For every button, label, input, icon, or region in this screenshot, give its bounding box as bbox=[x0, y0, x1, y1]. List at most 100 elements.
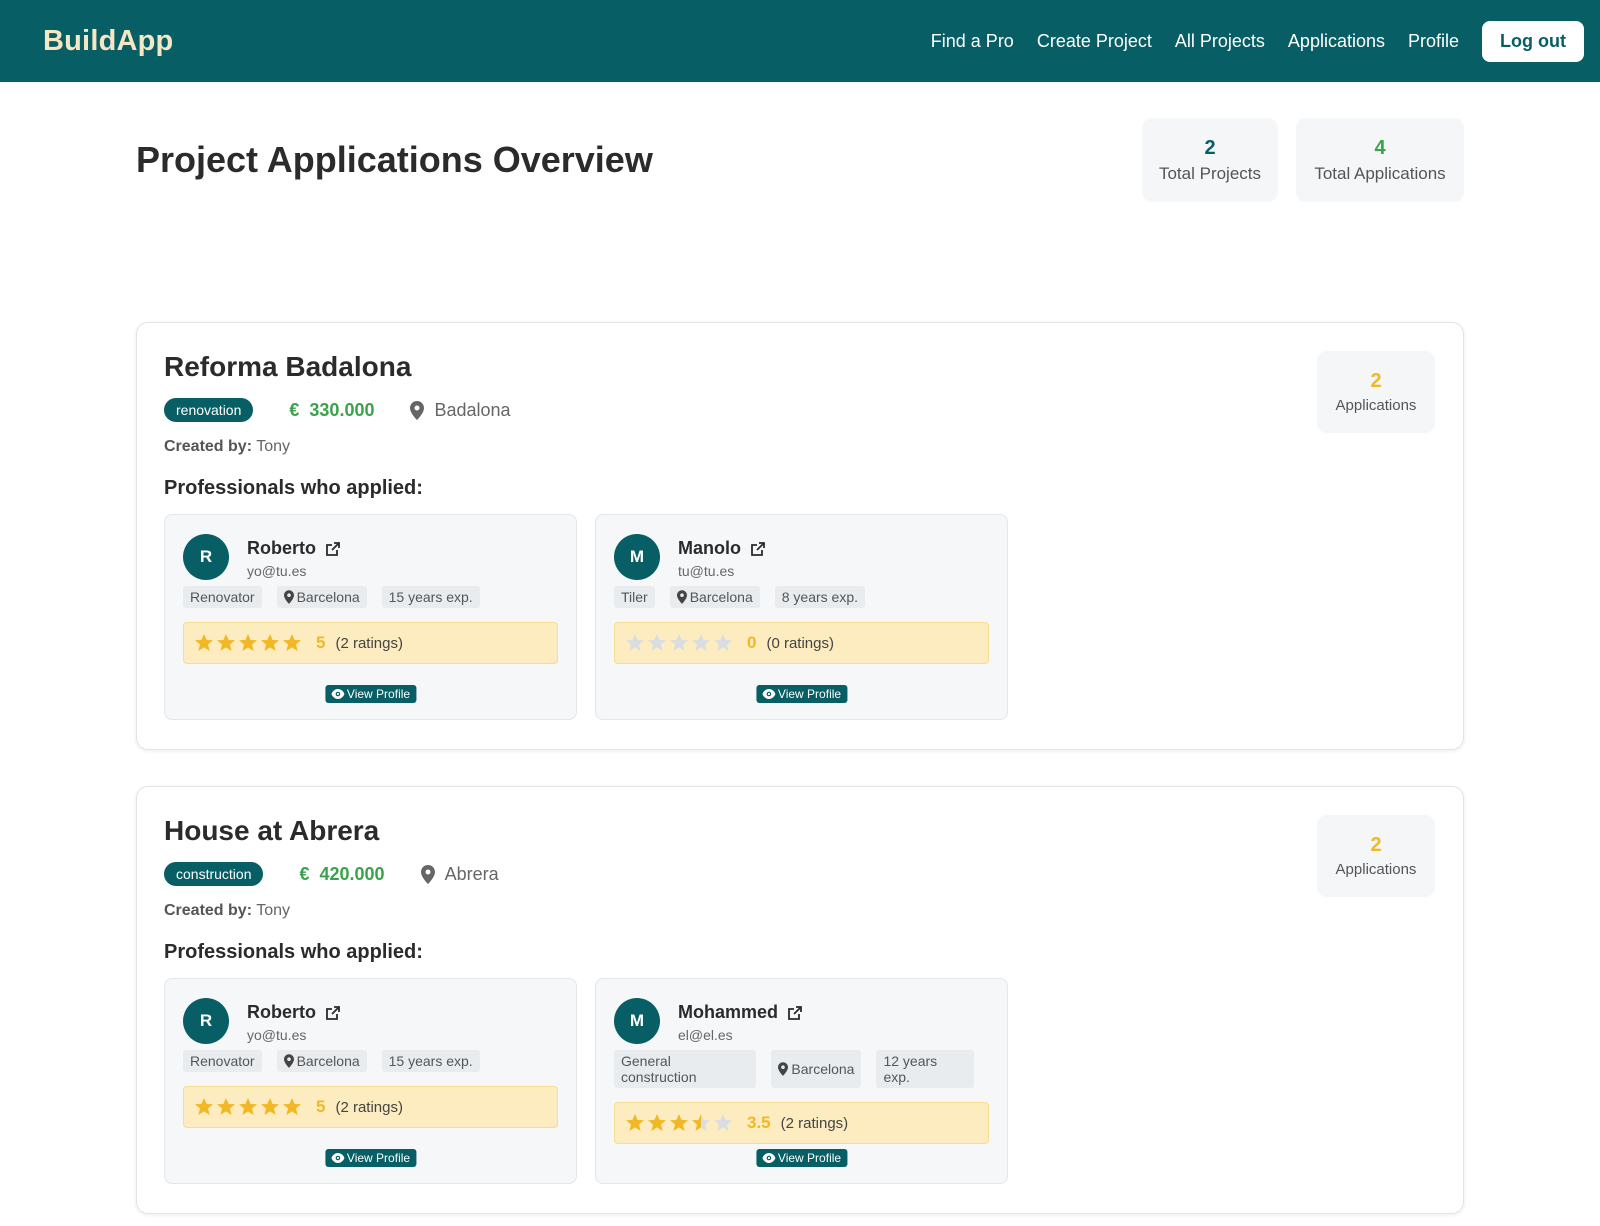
view-profile-label: View Profile bbox=[346, 1151, 411, 1165]
star-filled-icon bbox=[217, 634, 235, 651]
project-title: Reforma Badalona bbox=[164, 351, 412, 382]
profession-tag: Renovator bbox=[183, 586, 262, 608]
professional-header: M Manolo tu@tu.es bbox=[614, 534, 989, 580]
professional-tags: Renovator Barcelona 15 years exp. bbox=[183, 1050, 558, 1072]
nav-find-pro[interactable]: Find a Pro bbox=[931, 31, 1014, 52]
project-meta: construction €420.000 Abrera bbox=[164, 861, 1436, 887]
applications-label: Applications bbox=[1335, 861, 1417, 878]
professional-email: tu@tu.es bbox=[678, 563, 735, 579]
professional-identity: Roberto yo@tu.es bbox=[247, 534, 341, 579]
star-rating bbox=[625, 1113, 735, 1133]
map-pin-icon bbox=[283, 1054, 294, 1068]
city-text: Barcelona bbox=[689, 589, 753, 605]
view-profile-button[interactable]: View Profile bbox=[755, 1149, 848, 1167]
professional-name[interactable]: Roberto bbox=[247, 538, 316, 559]
star-filled-icon bbox=[283, 1098, 301, 1115]
star-filled-icon bbox=[195, 634, 213, 651]
external-link-icon[interactable] bbox=[325, 541, 341, 557]
created-by: Created by: Tony bbox=[164, 438, 1436, 456]
rating-bar: 3.5 (2 ratings) bbox=[614, 1102, 989, 1144]
star-empty-icon bbox=[714, 634, 732, 651]
applications-count: 2 bbox=[1370, 370, 1382, 392]
star-empty-icon bbox=[648, 634, 666, 651]
professional-email: yo@tu.es bbox=[247, 563, 307, 579]
budget-value: 330.000 bbox=[309, 399, 375, 420]
budget-value: 420.000 bbox=[319, 863, 385, 884]
euro-icon: € bbox=[299, 863, 310, 884]
professional-name-row: Manolo bbox=[678, 538, 766, 559]
star-filled-icon bbox=[217, 1098, 235, 1115]
professional-email: el@el.es bbox=[678, 1027, 733, 1043]
profession-tag: Tiler bbox=[614, 586, 655, 608]
stat-value: 2 bbox=[1204, 137, 1216, 159]
professional-identity: Mohammed el@el.es bbox=[678, 998, 803, 1043]
map-pin-icon bbox=[410, 400, 425, 420]
nav-links: Find a Pro Create Project All Projects A… bbox=[908, 20, 1584, 62]
external-link-icon[interactable] bbox=[750, 541, 766, 557]
rating-value: 3.5 bbox=[747, 1113, 771, 1132]
star-filled-icon bbox=[261, 1098, 279, 1115]
avatar: R bbox=[183, 998, 229, 1044]
professional-name-row: Roberto bbox=[247, 1002, 341, 1023]
nav-profile[interactable]: Profile bbox=[1408, 31, 1459, 52]
view-profile-button[interactable]: View Profile bbox=[324, 685, 417, 703]
avatar: R bbox=[183, 534, 229, 580]
eye-icon bbox=[330, 1153, 344, 1163]
project-budget: €420.000 bbox=[299, 864, 384, 885]
rating-bar: 5 (2 ratings) bbox=[183, 1086, 558, 1128]
eye-icon bbox=[761, 1153, 775, 1163]
professional-name[interactable]: Roberto bbox=[247, 1002, 316, 1023]
stat-total-applications: 4 Total Applications bbox=[1296, 118, 1464, 202]
profession-tag: General construction bbox=[614, 1050, 757, 1088]
view-profile-label: View Profile bbox=[346, 687, 411, 701]
stat-label: Total Projects bbox=[1158, 164, 1262, 183]
star-empty-icon bbox=[670, 634, 688, 651]
project-budget: €330.000 bbox=[289, 400, 374, 421]
project-location: Abrera bbox=[420, 864, 499, 885]
external-link-icon[interactable] bbox=[787, 1005, 803, 1021]
brand-logo[interactable]: BuildApp bbox=[43, 25, 173, 58]
star-filled-icon bbox=[283, 634, 301, 651]
professional-identity: Roberto yo@tu.es bbox=[247, 998, 341, 1043]
professional-email: yo@tu.es bbox=[247, 1027, 307, 1043]
view-profile-button[interactable]: View Profile bbox=[324, 1149, 417, 1167]
professional-tags: General construction Barcelona 12 years … bbox=[614, 1050, 989, 1088]
star-filled-icon bbox=[648, 1114, 666, 1131]
project-card: Reforma Badalona renovation €330.000 Bad… bbox=[136, 322, 1464, 750]
professional-identity: Manolo tu@tu.es bbox=[678, 534, 766, 579]
project-title: House at Abrera bbox=[164, 815, 380, 846]
external-link-icon[interactable] bbox=[325, 1005, 341, 1021]
professional-name[interactable]: Manolo bbox=[678, 538, 741, 559]
professional-name-row: Mohammed bbox=[678, 1002, 803, 1023]
professional-header: R Roberto yo@tu.es bbox=[183, 534, 558, 580]
logout-button[interactable]: Log out bbox=[1482, 20, 1584, 62]
nav-create-project[interactable]: Create Project bbox=[1037, 31, 1152, 52]
experience-tag: 8 years exp. bbox=[774, 586, 866, 608]
professional-name[interactable]: Mohammed bbox=[678, 1002, 778, 1023]
eye-icon bbox=[761, 689, 775, 699]
ratings-count: (2 ratings) bbox=[335, 1098, 403, 1116]
star-rating bbox=[194, 633, 304, 653]
nav-all-projects[interactable]: All Projects bbox=[1175, 31, 1265, 52]
star-empty-icon bbox=[714, 1114, 732, 1131]
map-pin-icon bbox=[676, 590, 687, 604]
professional-card: M Mohammed el@el.es General construction… bbox=[595, 978, 1008, 1184]
rating-bar: 0 (0 ratings) bbox=[614, 622, 989, 664]
professional-card: M Manolo tu@tu.es Tiler Barcelona 8 year… bbox=[595, 514, 1008, 720]
city-tag: Barcelona bbox=[276, 586, 367, 608]
category-badge: construction bbox=[164, 862, 264, 886]
stat-value: 4 bbox=[1374, 137, 1386, 159]
applications-count-box: 2 Applications bbox=[1317, 815, 1435, 897]
nav-applications[interactable]: Applications bbox=[1288, 31, 1385, 52]
star-filled-icon bbox=[195, 1098, 213, 1115]
professional-card: R Roberto yo@tu.es Renovator Barcelona 1… bbox=[164, 514, 577, 720]
created-by: Created by: Tony bbox=[164, 902, 1436, 920]
city-tag: Barcelona bbox=[276, 1050, 367, 1072]
star-filled-icon bbox=[626, 1114, 644, 1131]
ratings-count: (2 ratings) bbox=[335, 634, 403, 652]
map-pin-icon bbox=[778, 1062, 789, 1076]
project-card: House at Abrera construction €420.000 Ab… bbox=[136, 786, 1464, 1214]
ratings-count: (2 ratings) bbox=[780, 1114, 849, 1132]
view-profile-button[interactable]: View Profile bbox=[755, 685, 848, 703]
star-rating bbox=[194, 1097, 304, 1117]
